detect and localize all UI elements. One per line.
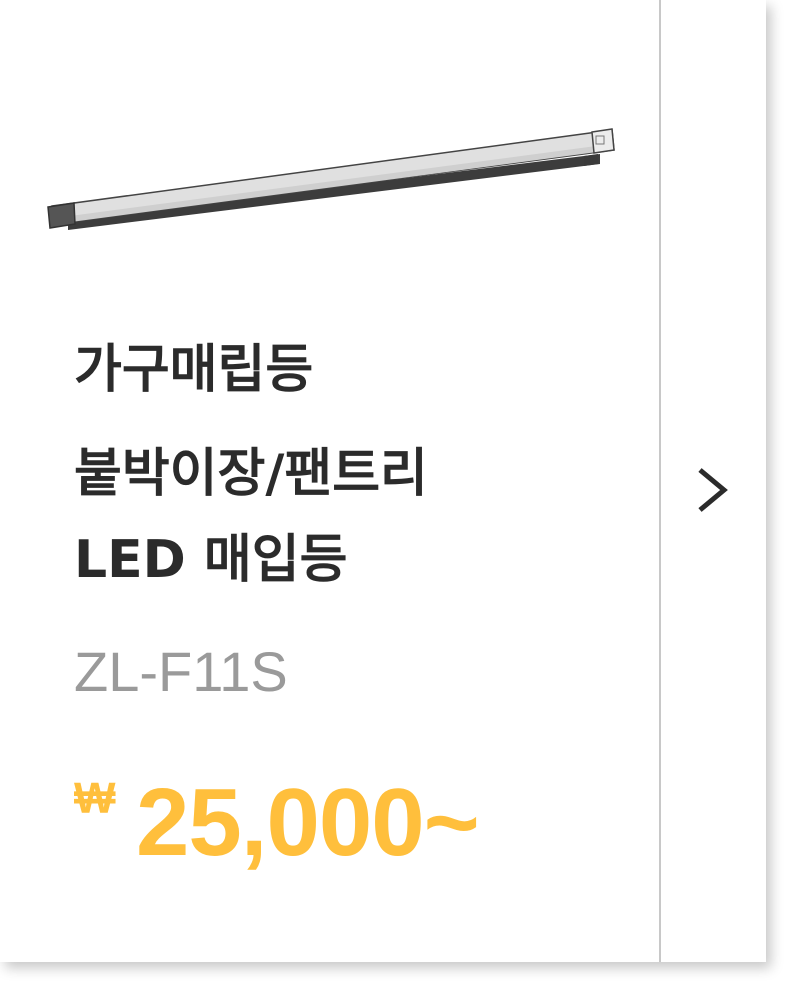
product-title-line-3: LED 매입등 — [74, 530, 348, 590]
product-title-line-2: 붙박이장/팬트리 — [74, 444, 428, 504]
currency-symbol: ₩ — [74, 774, 116, 823]
product-card[interactable]: 가구매립등 붙박이장/팬트리 LED 매입등 ZL-F11S ₩ 25,000~ — [0, 0, 766, 962]
chevron-right-icon — [698, 468, 728, 512]
next-button[interactable] — [661, 0, 766, 962]
product-title-line-1: 가구매립등 — [74, 340, 314, 400]
led-bar-light-icon — [47, 128, 615, 230]
price-amount: 25,000~ — [136, 769, 480, 876]
product-model-code: ZL-F11S — [74, 640, 288, 703]
